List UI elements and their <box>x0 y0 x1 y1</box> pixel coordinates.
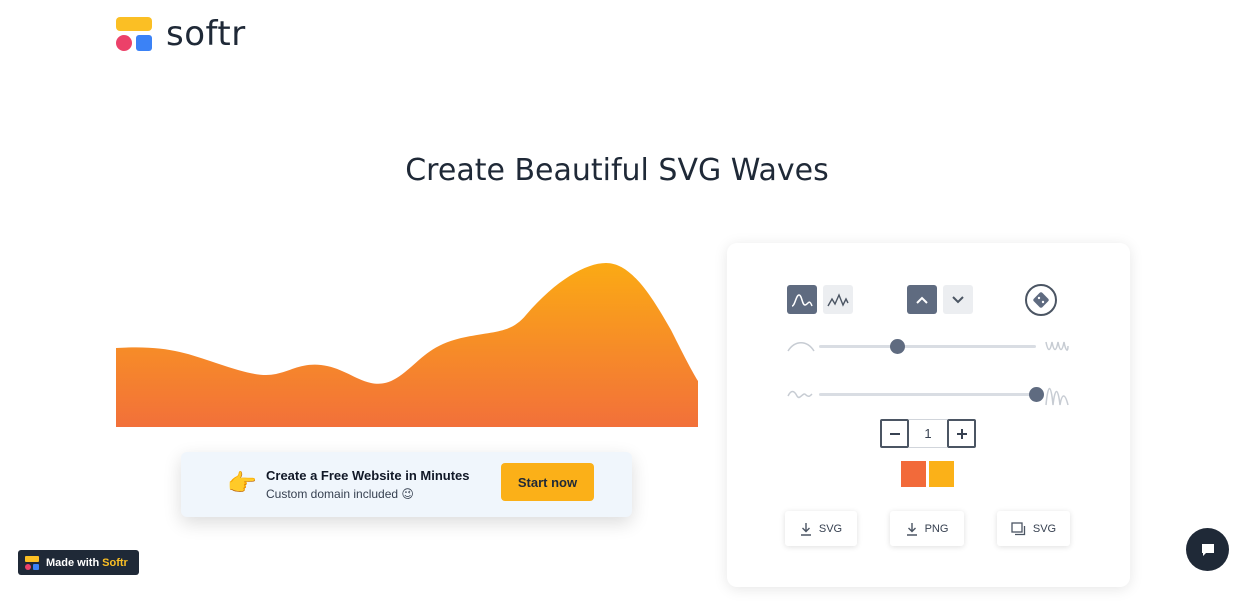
dice-icon <box>1033 292 1049 308</box>
flat-curve-icon <box>787 342 815 352</box>
badge-prefix: Made with <box>46 556 100 569</box>
peak-wave-button[interactable] <box>823 285 853 314</box>
brand-name: softr <box>166 14 246 54</box>
copy-svg-label: SVG <box>1032 522 1057 535</box>
peak-wave-icon <box>827 292 849 307</box>
complexity-slider-thumb[interactable] <box>890 339 906 354</box>
copy-svg-button[interactable]: SVG <box>997 511 1070 546</box>
contrast-slider[interactable] <box>819 387 1044 402</box>
layers-stepper[interactable]: 1 <box>880 419 976 448</box>
download-icon <box>906 522 917 536</box>
wave-controls-panel: 1 SVG PNG SVG <box>727 243 1130 587</box>
complexity-slider[interactable] <box>819 339 1036 354</box>
wave-shape <box>116 263 698 427</box>
softr-logo-mark <box>116 15 154 53</box>
layers-count[interactable]: 1 <box>909 419 947 448</box>
smooth-wave-icon <box>791 293 813 307</box>
chevron-down-icon <box>952 295 964 303</box>
color-swatch-end[interactable] <box>929 461 954 487</box>
badge-brand: Softr <box>102 556 128 569</box>
download-icon <box>800 522 811 536</box>
low-wave-icon <box>787 390 813 399</box>
chat-bubble-icon <box>1201 543 1214 556</box>
complex-wave-icon <box>1045 341 1069 351</box>
increment-button[interactable] <box>947 419 976 448</box>
promo-card: 👉 Create a Free Website in Minutes Custo… <box>181 452 632 517</box>
wave-preview <box>116 263 698 427</box>
contrast-slider-thumb[interactable] <box>1029 387 1044 402</box>
wave-direction-down-button[interactable] <box>943 285 973 314</box>
made-with-softr-badge[interactable]: Made with Softr <box>18 550 139 575</box>
minus-icon <box>889 432 900 435</box>
chat-button[interactable] <box>1186 528 1229 571</box>
chevron-up-icon <box>916 296 928 304</box>
page-title: Create Beautiful SVG Waves <box>405 153 829 188</box>
download-svg-button[interactable]: SVG <box>785 511 857 546</box>
plus-icon <box>956 428 967 439</box>
start-now-button[interactable]: Start now <box>501 463 594 501</box>
softr-logo[interactable]: softr <box>116 15 246 53</box>
softr-badge-logo <box>25 555 39 570</box>
copy-icon <box>1011 521 1026 535</box>
high-wave-icon <box>1045 387 1069 406</box>
randomize-button[interactable] <box>1025 284 1057 316</box>
wave-direction-up-button[interactable] <box>907 285 937 314</box>
smooth-wave-button[interactable] <box>787 285 817 314</box>
promo-title: Create a Free Website in Minutes <box>266 468 470 483</box>
download-png-label: PNG <box>924 522 949 535</box>
color-swatch-start[interactable] <box>901 461 926 487</box>
pointing-hand-icon: 👉 <box>227 470 257 497</box>
promo-subtitle: Custom domain included 😉 <box>266 487 414 501</box>
decrement-button[interactable] <box>880 419 909 448</box>
download-png-button[interactable]: PNG <box>890 511 964 546</box>
download-svg-label: SVG <box>818 522 843 535</box>
